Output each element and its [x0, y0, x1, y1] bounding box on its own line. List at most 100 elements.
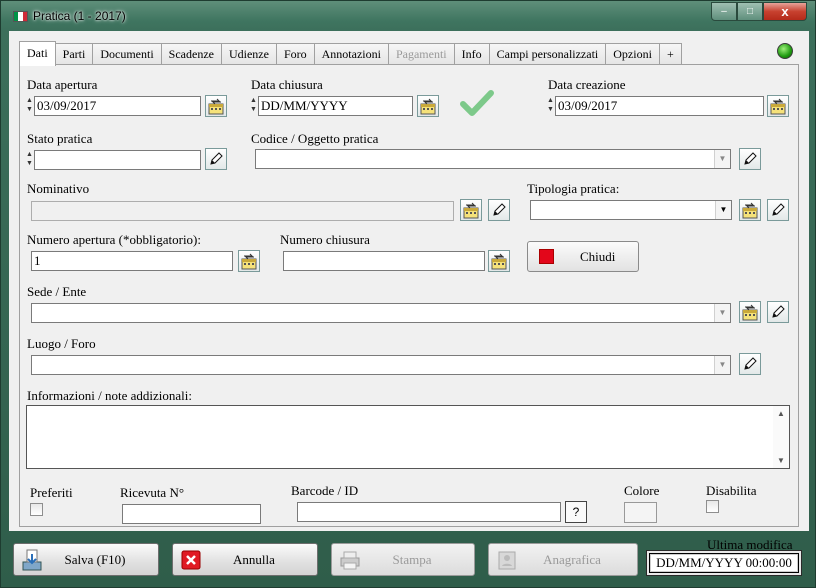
- luogo-foro-combo[interactable]: ▼: [31, 355, 731, 375]
- stato-pratica-field[interactable]: [34, 150, 201, 170]
- tab-udienze[interactable]: Udienze: [220, 43, 277, 65]
- tab-campi-personalizzati[interactable]: Campi personalizzati: [488, 43, 607, 65]
- italy-flag-icon: [13, 11, 28, 22]
- calendar-button[interactable]: [767, 95, 789, 117]
- calendar-button[interactable]: [739, 199, 761, 221]
- tab-opzioni[interactable]: Opzioni: [605, 43, 660, 65]
- maximize-button[interactable]: □: [737, 2, 763, 21]
- pratica-window: Pratica (1 - 2017) ‒ □ x Dati Parti Docu…: [0, 0, 816, 588]
- salva-button[interactable]: Salva (F10): [13, 543, 159, 576]
- informazioni-textarea[interactable]: ▲ ▼: [26, 405, 790, 469]
- data-apertura-field[interactable]: 03/09/2017: [34, 96, 201, 116]
- disabilita-checkbox[interactable]: [706, 500, 719, 513]
- sede-ente-combo[interactable]: ▼: [31, 303, 731, 323]
- numero-chiusura-field[interactable]: [283, 251, 485, 271]
- tab-documenti[interactable]: Documenti: [92, 43, 162, 65]
- data-chiusura-field[interactable]: DD/MM/YYYY: [258, 96, 413, 116]
- calendar-button[interactable]: [739, 301, 761, 323]
- tipologia-combo[interactable]: ▼: [530, 200, 732, 220]
- address-book-swap-icon: [742, 304, 758, 321]
- numero-apertura-label: Numero apertura (*obbligatorio):: [27, 232, 201, 247]
- status-led-icon: [777, 43, 793, 59]
- barcode-field[interactable]: [297, 502, 561, 522]
- close-button[interactable]: x: [763, 2, 807, 21]
- edit-button[interactable]: [739, 353, 761, 375]
- calendar-swap-icon: [208, 98, 224, 115]
- ultima-modifica-value: DD/MM/YYYY 00:00:00: [649, 553, 799, 573]
- tab-parti[interactable]: Parti: [54, 43, 94, 65]
- data-chiusura-spin[interactable]: ▲ ▼: [250, 96, 257, 116]
- ricevuta-label: Ricevuta N°: [120, 485, 185, 500]
- checkmark-icon: [460, 90, 494, 116]
- calendar-button[interactable]: [417, 95, 439, 117]
- tipologia-label: Tipologia pratica:: [527, 181, 620, 196]
- calendar-button[interactable]: [238, 250, 260, 272]
- tab-foro[interactable]: Foro: [275, 43, 315, 65]
- title-bar[interactable]: Pratica (1 - 2017) ‒ □ x: [1, 1, 815, 31]
- calendar-button[interactable]: [460, 199, 482, 221]
- disabilita-label: Disabilita: [706, 483, 757, 498]
- tab-info[interactable]: Info: [453, 43, 490, 65]
- pencil-icon: [772, 305, 785, 318]
- edit-button[interactable]: [739, 148, 761, 170]
- tab-pagamenti: Pagamenti: [387, 43, 455, 65]
- stampa-label: Stampa: [392, 552, 432, 567]
- preferiti-checkbox[interactable]: [30, 503, 43, 516]
- edit-button[interactable]: [488, 199, 510, 221]
- barcode-label: Barcode / ID: [291, 483, 359, 498]
- edit-button[interactable]: [767, 199, 789, 221]
- stato-pratica-label: Stato pratica: [27, 131, 93, 146]
- annulla-label: Annulla: [233, 552, 275, 567]
- data-chiusura-label: Data chiusura: [251, 77, 323, 92]
- anagrafica-label: Anagrafica: [543, 552, 601, 567]
- anagrafica-button: Anagrafica: [488, 543, 638, 576]
- data-apertura-spin[interactable]: ▲ ▼: [26, 96, 33, 116]
- nominativo-label: Nominativo: [27, 181, 90, 196]
- colore-picker[interactable]: [624, 502, 657, 523]
- pencil-icon: [744, 152, 757, 165]
- numero-apertura-field[interactable]: 1: [31, 251, 233, 271]
- pencil-icon: [772, 203, 785, 216]
- notes-scrollbar[interactable]: ▲ ▼: [773, 406, 789, 468]
- data-creazione-field[interactable]: 03/09/2017: [555, 96, 764, 116]
- edit-button[interactable]: [205, 148, 227, 170]
- stop-icon: [539, 249, 554, 264]
- tab-add[interactable]: +: [658, 43, 682, 65]
- dialog-client-area: Dati Parti Documenti Scadenze Udienze Fo…: [9, 31, 809, 531]
- ricevuta-field[interactable]: [122, 504, 261, 524]
- tab-dati[interactable]: Dati: [19, 41, 56, 66]
- salva-label: Salva (F10): [64, 552, 126, 567]
- chevron-down-icon[interactable]: ▼: [714, 356, 730, 374]
- nominativo-field: [31, 201, 454, 221]
- edit-button[interactable]: [767, 301, 789, 323]
- pencil-icon: [210, 152, 223, 165]
- data-creazione-spin[interactable]: ▲ ▼: [547, 96, 554, 116]
- stato-pratica-spin[interactable]: ▲ ▼: [26, 150, 33, 170]
- colore-label: Colore: [624, 483, 660, 498]
- chiudi-button[interactable]: Chiudi: [527, 241, 639, 272]
- chiudi-label: Chiudi: [580, 249, 616, 264]
- address-book-swap-icon: [463, 202, 479, 219]
- numbering-swap-icon: [491, 253, 507, 270]
- codice-oggetto-label: Codice / Oggetto pratica: [251, 131, 379, 146]
- chevron-down-icon[interactable]: ▼: [715, 201, 731, 219]
- pencil-icon: [493, 203, 506, 216]
- scroll-down-icon[interactable]: ▼: [773, 456, 789, 465]
- tab-strip: Dati Parti Documenti Scadenze Udienze Fo…: [19, 41, 682, 66]
- tab-scadenze[interactable]: Scadenze: [160, 43, 222, 65]
- informazioni-label: Informazioni / note addizionali:: [27, 388, 192, 403]
- tab-annotazioni[interactable]: Annotazioni: [313, 43, 389, 65]
- calendar-swap-icon: [420, 98, 436, 115]
- chevron-down-icon[interactable]: ▼: [714, 304, 730, 322]
- preferiti-label: Preferiti: [30, 485, 73, 500]
- minimize-button[interactable]: ‒: [711, 2, 737, 21]
- annulla-button[interactable]: Annulla: [172, 543, 318, 576]
- address-book-swap-icon: [742, 202, 758, 219]
- calendar-button[interactable]: [488, 250, 510, 272]
- scroll-up-icon[interactable]: ▲: [773, 409, 789, 418]
- calendar-button[interactable]: [205, 95, 227, 117]
- window-title: Pratica (1 - 2017): [33, 9, 126, 23]
- codice-oggetto-combo[interactable]: ▼: [255, 149, 731, 169]
- barcode-help-button[interactable]: ?: [565, 501, 587, 523]
- chevron-down-icon[interactable]: ▼: [714, 150, 730, 168]
